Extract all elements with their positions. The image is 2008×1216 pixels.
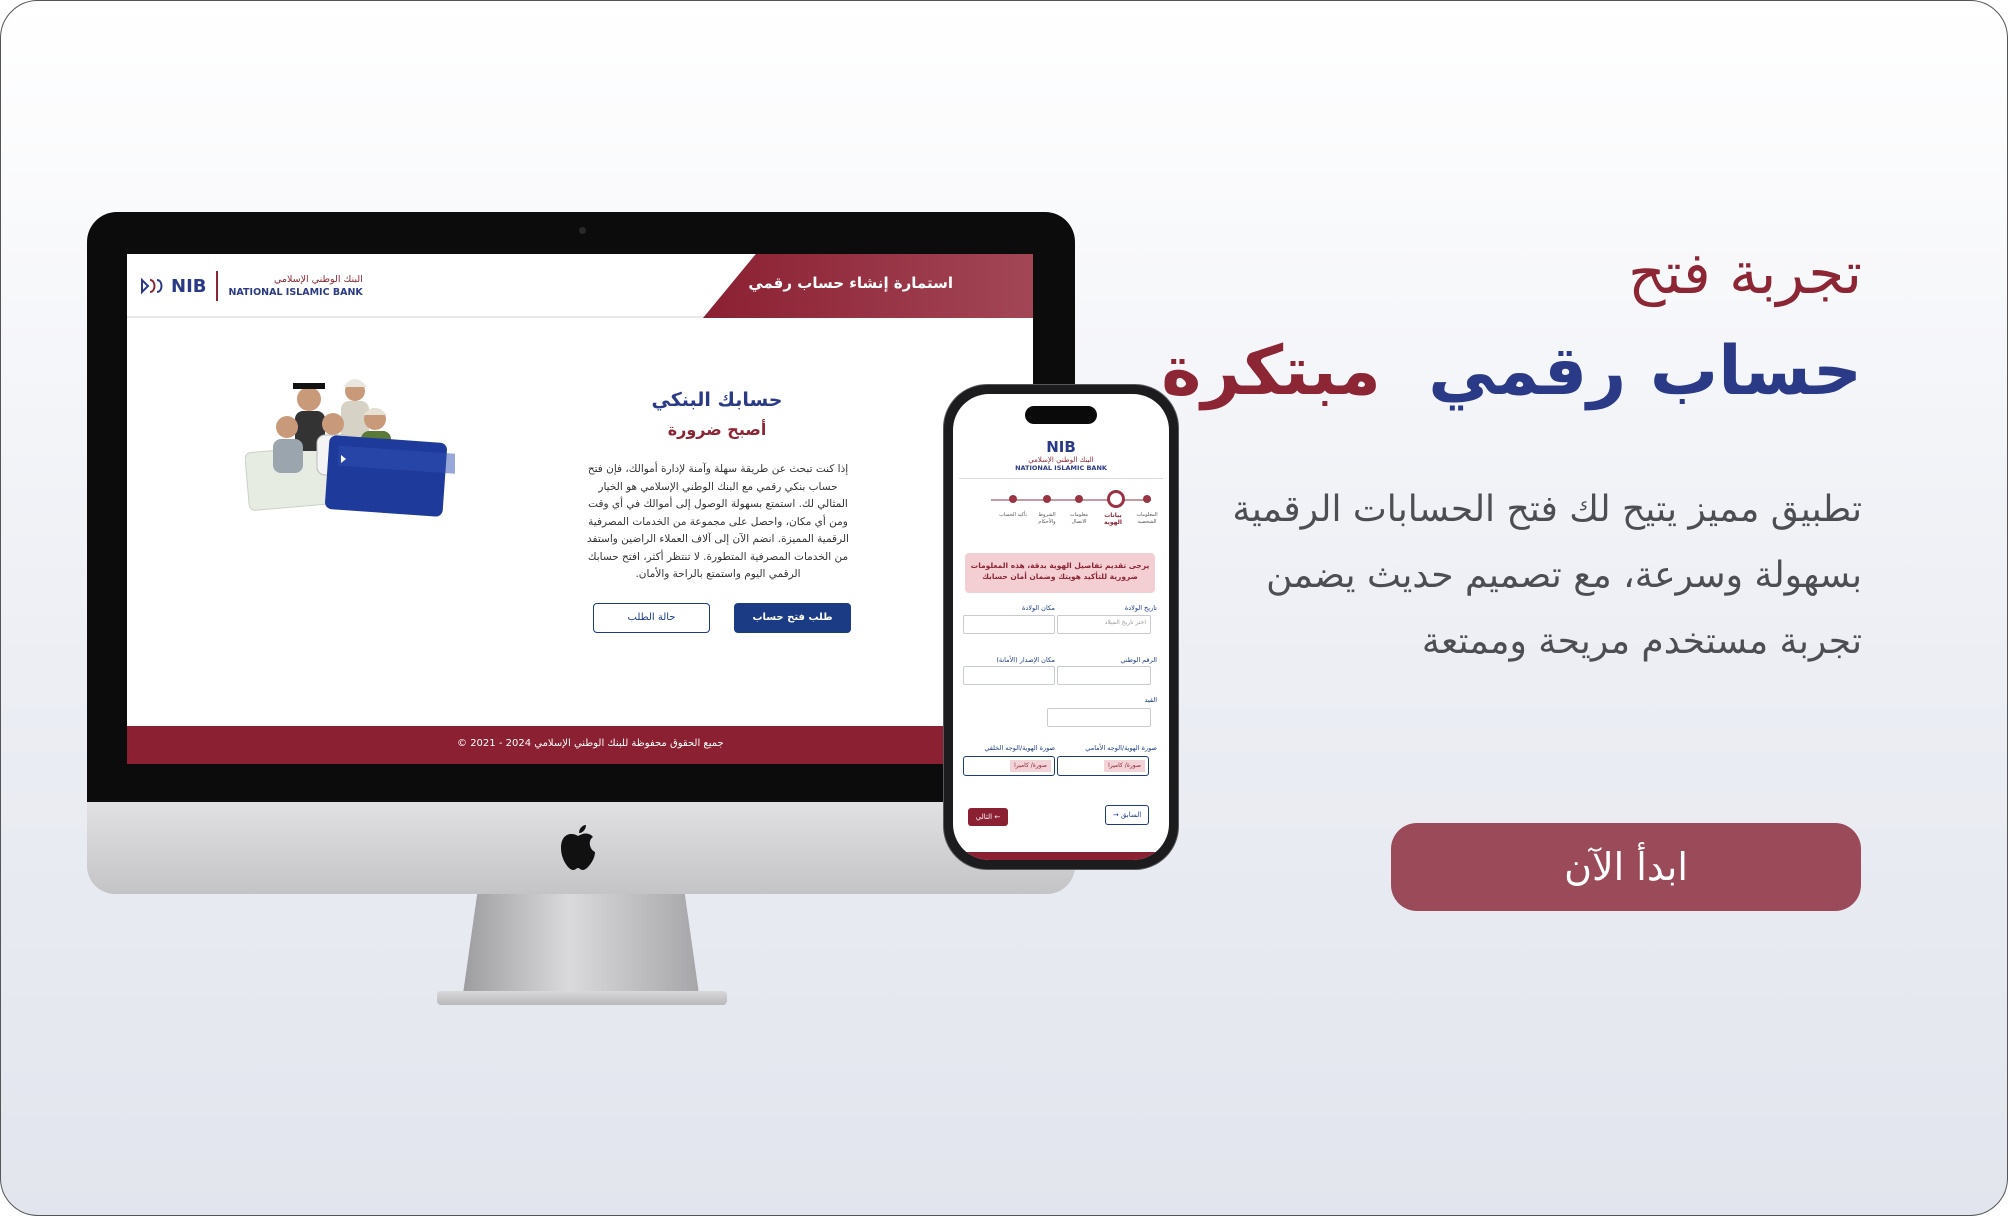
previous-button-label: السابق xyxy=(1120,811,1142,819)
national-id-label: الرقم الوطني xyxy=(1120,656,1157,664)
national-id-input[interactable] xyxy=(1057,666,1151,685)
web-footer: جميع الحقوق محفوظة للبنك الوطني الإسلامي… xyxy=(127,726,1033,764)
birth-date-label: تاريخ الولادة xyxy=(1124,604,1157,612)
hero-title-line1: تجربة فتح xyxy=(1628,239,1862,307)
birth-place-label: مكان الولادة xyxy=(1021,604,1055,612)
step-label: المعلومات الشخصية xyxy=(1136,512,1158,525)
phone-logo-nib: NIB xyxy=(1046,438,1076,456)
step-label: معلومات الاتصال xyxy=(1069,512,1089,525)
step-label: تأكيد الحساب xyxy=(999,512,1027,518)
webcam xyxy=(579,227,586,234)
step-label-current: بيانات الهوية xyxy=(1104,512,1122,526)
id-back-upload[interactable]: صورة/ كاميرا xyxy=(963,756,1055,776)
nib-logo-icon xyxy=(141,277,163,295)
desktop-screen: استمارة إنشاء حساب رقمي NIB البنك الوطني… xyxy=(127,254,1033,764)
phone-mockup: NIB البنك الوطني الإسلامي NATIONAL ISLAM… xyxy=(943,384,1179,870)
step-dot[interactable] xyxy=(1043,495,1051,503)
apple-logo-icon xyxy=(561,825,595,870)
card-number: 1234 5678 9012 3456 xyxy=(348,549,461,568)
phone-logo-arabic: البنك الوطني الإسلامي xyxy=(1028,456,1094,464)
next-button-label: التالي xyxy=(975,813,993,821)
identity-alert: يرجى تقديم تفاصيل الهوية بدقة، هذه المعل… xyxy=(965,553,1155,593)
hero-title-accent-red: مبتكرة xyxy=(1161,332,1381,411)
desktop-monitor: استمارة إنشاء حساب رقمي NIB البنك الوطني… xyxy=(87,212,1075,802)
id-back-label: صورة الهوية/الوجه الخلفي xyxy=(984,744,1055,752)
step-label: الشروط والأحكام xyxy=(1038,512,1056,525)
web-subheading: أصبح ضرورة xyxy=(667,420,767,439)
step-dot[interactable] xyxy=(1075,495,1083,503)
issue-place-input[interactable] xyxy=(963,666,1055,685)
id-front-upload[interactable]: صورة/ كاميرا xyxy=(1057,756,1149,776)
hero-section: تجربة فتح حساب رقمي مبتكرة تطبيق مميز يت… xyxy=(1161,233,1862,675)
web-paragraph: إذا كنت تبحث عن طريقة سهلة وآمنة لإدارة … xyxy=(587,463,849,580)
step-dot-current[interactable] xyxy=(1107,490,1125,508)
birth-date-input[interactable]: اختر تاريخ الميلاد xyxy=(1057,615,1151,634)
hero-title-line2: حساب رقمي مبتكرة xyxy=(1161,317,1862,427)
request-status-button[interactable]: حالة الطلب xyxy=(593,603,710,633)
open-account-button[interactable]: طلب فتح حساب xyxy=(734,603,851,633)
hero-description: تطبيق مميز يتيح لك فتح الحسابات الرقمية … xyxy=(1232,489,1862,662)
web-form-title: استمارة إنشاء حساب رقمي xyxy=(748,274,953,292)
id-back-photo-button[interactable]: صورة/ كاميرا xyxy=(1010,760,1051,772)
monitor-chin xyxy=(87,802,1075,894)
registry-input[interactable] xyxy=(1047,708,1151,727)
arrow-right-icon: → xyxy=(1112,811,1119,819)
logo-english: NATIONAL ISLAMIC BANK xyxy=(228,287,363,298)
customers-card-illustration xyxy=(245,379,455,517)
web-footer-copyright: جميع الحقوق محفوظة للبنك الوطني الإسلامي… xyxy=(457,738,724,749)
registry-label: القيد xyxy=(1144,696,1157,704)
start-now-button[interactable]: ابدأ الآن xyxy=(1391,823,1861,911)
phone-header-divider xyxy=(959,478,1163,479)
logo-nib-text: NIB xyxy=(171,275,207,297)
issue-place-label: مكان الإصدار (الأمانة) xyxy=(996,656,1055,664)
previous-button[interactable]: → السابق xyxy=(1105,805,1149,825)
phone-logo: NIB البنك الوطني الإسلامي NATIONAL ISLAM… xyxy=(953,438,1169,472)
birth-place-input[interactable] xyxy=(963,615,1055,634)
monitor-stand xyxy=(463,894,699,994)
id-front-label: صورة الهوية/الوجه الأمامي xyxy=(1085,744,1157,752)
monitor-base xyxy=(437,991,727,1005)
web-heading: حسابك البنكي xyxy=(651,389,783,411)
promo-canvas: تجربة فتح حساب رقمي مبتكرة تطبيق مميز يت… xyxy=(0,0,2008,1216)
bank-logo: NIB البنك الوطني الإسلامي NATIONAL ISLAM… xyxy=(139,268,363,304)
phone-logo-english: NATIONAL ISLAMIC BANK xyxy=(1015,464,1107,472)
phone-screen: NIB البنك الوطني الإسلامي NATIONAL ISLAM… xyxy=(953,394,1169,860)
step-dot[interactable] xyxy=(1143,495,1151,503)
step-dot[interactable] xyxy=(1009,495,1017,503)
phone-notch xyxy=(1025,406,1097,424)
hero-title-accent-blue: حساب رقمي xyxy=(1428,332,1862,411)
logo-arabic: البنك الوطني الإسلامي xyxy=(273,274,363,285)
logo-divider xyxy=(216,271,219,301)
arrow-left-icon: ← xyxy=(994,813,1001,821)
birth-date-placeholder: اختر تاريخ الميلاد xyxy=(1104,619,1146,626)
next-button[interactable]: التالي ← xyxy=(968,808,1008,826)
id-front-photo-button[interactable]: صورة/ كاميرا xyxy=(1104,760,1145,772)
phone-footer-bar xyxy=(953,852,1169,860)
